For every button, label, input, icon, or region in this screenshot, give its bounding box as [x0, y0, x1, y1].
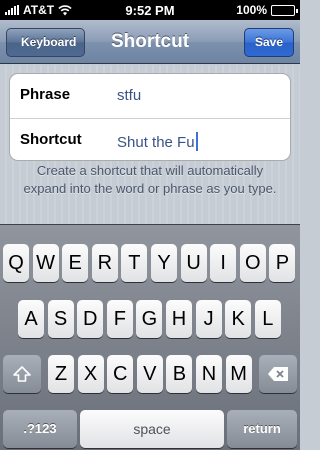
key-h[interactable]: H	[166, 300, 192, 338]
key-t[interactable]: T	[121, 244, 148, 282]
key-w[interactable]: W	[32, 244, 59, 282]
shortcut-value: Shut the Fu	[117, 134, 195, 151]
shortcut-field[interactable]: Shut the Fu	[117, 132, 198, 151]
key-j[interactable]: J	[195, 300, 222, 338]
key-e[interactable]: E	[62, 244, 89, 282]
key-b[interactable]: B	[166, 355, 193, 393]
battery-percent: 100%	[236, 3, 267, 17]
key-f[interactable]: F	[106, 300, 133, 338]
key-q[interactable]: Q	[3, 244, 29, 282]
key-y[interactable]: Y	[151, 244, 177, 282]
key-d[interactable]: D	[77, 300, 104, 338]
shortcut-row[interactable]: Shortcut Shut the Fu	[10, 118, 290, 161]
key-i[interactable]: I	[210, 244, 237, 282]
phrase-label: Phrase	[20, 86, 71, 103]
delete-icon	[268, 367, 288, 381]
keyboard: .?123 space return QWERTYUIOP ASDFGHJKL ZX…	[0, 224, 300, 450]
save-button[interactable]: Save	[243, 28, 294, 57]
phrase-field[interactable]: stfu	[117, 87, 141, 104]
status-bar: AT&T 9:52 PM 100%	[0, 0, 300, 20]
key-n[interactable]: N	[196, 355, 222, 393]
key-p[interactable]: P	[269, 244, 296, 282]
key-x[interactable]: X	[77, 355, 104, 393]
key-r[interactable]: R	[91, 244, 118, 282]
key-v[interactable]: V	[136, 355, 163, 393]
key-g[interactable]: G	[136, 300, 163, 338]
key-m[interactable]: M	[225, 355, 252, 393]
key-u[interactable]: U	[180, 244, 207, 282]
key-l[interactable]: L	[254, 300, 281, 338]
navigation-bar: Keyboard Shortcut Save	[0, 20, 300, 64]
key-s[interactable]: S	[47, 300, 74, 338]
phrase-row[interactable]: Phrase stfu	[10, 74, 290, 117]
content-area: Phrase stfu Shortcut Shut the Fu Create …	[0, 65, 300, 224]
shortcut-form: Phrase stfu Shortcut Shut the Fu	[9, 73, 291, 161]
return-key[interactable]: return	[227, 410, 297, 448]
space-key[interactable]: space	[80, 410, 224, 448]
key-a[interactable]: A	[18, 300, 44, 338]
delete-key[interactable]	[259, 355, 297, 393]
shortcut-label: Shortcut	[20, 131, 82, 148]
key-k[interactable]: K	[225, 300, 252, 338]
help-text: Create a shortcut that will automaticall…	[23, 163, 277, 196]
shift-key[interactable]	[3, 355, 41, 393]
text-cursor	[195, 132, 198, 151]
numbers-key[interactable]: .?123	[3, 410, 77, 448]
shift-icon	[13, 366, 31, 382]
key-c[interactable]: C	[107, 355, 134, 393]
key-o[interactable]: O	[239, 244, 266, 282]
key-z[interactable]: Z	[48, 355, 74, 393]
battery-icon	[271, 4, 298, 16]
